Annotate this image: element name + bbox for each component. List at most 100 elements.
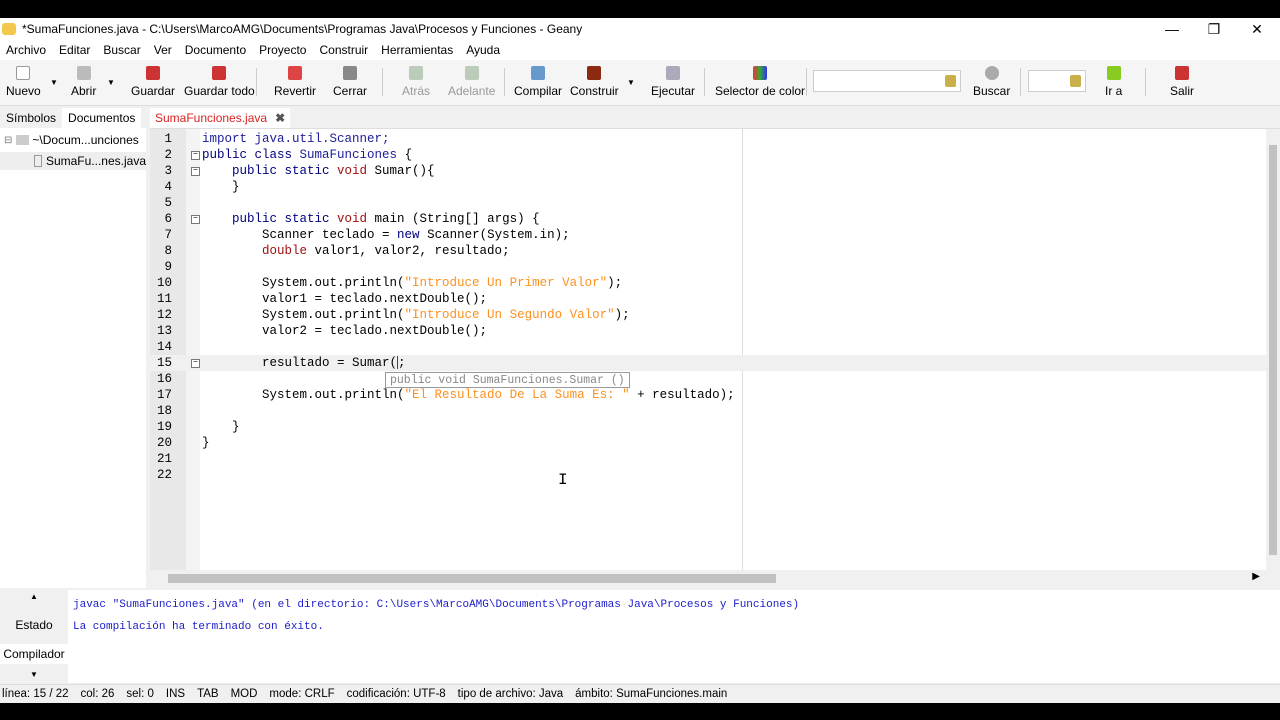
menu-documento[interactable]: Documento (185, 43, 246, 57)
code-line[interactable]: 5 (150, 195, 1280, 211)
search-button[interactable]: Buscar (973, 64, 1010, 98)
forward-button[interactable]: Adelante (448, 64, 495, 98)
editor-tab[interactable]: SumaFunciones.java ✖ (150, 108, 291, 128)
new-button[interactable]: Nuevo (6, 64, 41, 98)
scrollbar-thumb[interactable] (1269, 145, 1277, 555)
code-line[interactable]: 15 − resultado = Sumar(; (150, 355, 1280, 371)
fold-toggle-icon[interactable]: − (191, 151, 200, 160)
search-input[interactable] (813, 70, 961, 92)
scroll-down-icon[interactable]: ▼ (0, 670, 68, 679)
code-line[interactable]: 8 double valor1, valor2, resultado; (150, 243, 1280, 259)
code-line[interactable]: 16 (150, 371, 1280, 387)
tab-documentos[interactable]: Documentos (62, 108, 142, 128)
save-label: Guardar (131, 84, 176, 98)
tree-file[interactable]: SumaFu...nes.java (0, 152, 146, 170)
revert-button[interactable]: Revertir (274, 64, 316, 98)
menu-construir[interactable]: Construir (319, 43, 368, 57)
code-line[interactable]: 6 − public static void main (String[] arg… (150, 211, 1280, 227)
line-source: } (202, 435, 210, 451)
line-source: resultado = Sumar(; (202, 355, 406, 371)
new-dropdown-icon[interactable]: ▼ (50, 78, 58, 87)
build-button[interactable]: Construir (570, 64, 619, 98)
line-source: public static void Sumar(){ (202, 163, 435, 179)
search-icon (984, 66, 999, 80)
build-dropdown-icon[interactable]: ▼ (627, 78, 635, 87)
code-line[interactable]: 2 − public class SumaFunciones { (150, 147, 1280, 163)
line-number: 13 (156, 324, 172, 338)
close-tab-icon[interactable]: ✖ (275, 111, 285, 125)
vertical-scrollbar[interactable] (1266, 129, 1280, 570)
menu-editar[interactable]: Editar (59, 43, 90, 57)
tab-estado[interactable]: Estado (0, 616, 68, 634)
menu-ayuda[interactable]: Ayuda (466, 43, 500, 57)
toolbar-separator (1020, 68, 1021, 96)
window-title: *SumaFunciones.java - C:\Users\MarcoAMG\… (22, 22, 583, 36)
goto-button[interactable]: Ir a (1105, 64, 1122, 98)
code-editor[interactable]: 1 import java.util.Scanner; 2− public class… (150, 128, 1280, 570)
collapse-icon[interactable]: ⊟ (4, 135, 12, 146)
scrollbar-thumb[interactable] (168, 574, 776, 583)
code-line[interactable]: 13 valor2 = teclado.nextDouble(); (150, 323, 1280, 339)
scroll-right-icon[interactable]: ▶ (1252, 571, 1260, 582)
editor-tab-label: SumaFunciones.java (155, 111, 268, 125)
line-number: 10 (156, 276, 172, 290)
tree-folder[interactable]: ⊟ ~\Docum...unciones (4, 133, 139, 147)
tab-compilador[interactable]: Compilador (0, 644, 68, 664)
toolbar-separator (704, 68, 705, 96)
code-line[interactable]: 1 import java.util.Scanner; (150, 131, 1280, 147)
save-all-button[interactable]: Guardar todo (184, 64, 255, 98)
code-line[interactable]: 11 valor1 = teclado.nextDouble(); (150, 291, 1280, 307)
goto-line-input[interactable] (1028, 70, 1086, 92)
code-token: resultado = Sumar( (202, 356, 398, 370)
horizontal-scrollbar[interactable]: ▶ (150, 570, 1264, 586)
save-button[interactable]: Guardar (131, 64, 175, 98)
code-token: ; (398, 356, 406, 370)
minimize-button[interactable]: — (1152, 18, 1192, 40)
fold-toggle-icon[interactable]: − (191, 359, 200, 368)
restore-button[interactable]: ❐ (1194, 18, 1234, 40)
execute-button[interactable]: Ejecutar (651, 64, 695, 98)
code-line[interactable]: 12 System.out.println("Introduce Un Segu… (150, 307, 1280, 323)
quit-button[interactable]: Salir (1170, 64, 1194, 98)
code-line[interactable]: 3 − public static void Sumar(){ (150, 163, 1280, 179)
code-line[interactable]: 19 } (150, 419, 1280, 435)
menu-herramientas[interactable]: Herramientas (381, 43, 453, 57)
back-button[interactable]: Atrás (402, 64, 430, 98)
toolbar-separator (1145, 68, 1146, 96)
geany-app-icon (2, 23, 16, 35)
code-line[interactable]: 10 System.out.println("Introduce Un Prim… (150, 275, 1280, 291)
forward-label: Adelante (448, 84, 496, 98)
fold-toggle-icon[interactable]: − (191, 167, 200, 176)
line-source: System.out.println("El Resultado De La S… (202, 387, 735, 403)
open-dropdown-icon[interactable]: ▼ (107, 78, 115, 87)
code-token: Sumar(){ (367, 164, 435, 178)
menu-archivo[interactable]: Archivo (6, 43, 46, 57)
tab-simbolos[interactable]: Símbolos (0, 108, 62, 128)
color-picker-button[interactable]: Selector de color (715, 64, 805, 98)
code-line[interactable]: 18 (150, 403, 1280, 419)
close-button[interactable]: Cerrar (333, 64, 367, 98)
code-token: void (337, 212, 368, 226)
code-line[interactable]: 14 (150, 339, 1280, 355)
code-line[interactable]: 20} (150, 435, 1280, 451)
open-button[interactable]: Abrir (71, 64, 96, 98)
message-tabs: ▲ Estado Compilador ▼ (0, 590, 68, 683)
code-line[interactable]: 21 (150, 451, 1280, 467)
code-line[interactable]: 9 (150, 259, 1280, 275)
code-line[interactable]: 4 } (150, 179, 1280, 195)
folder-icon (76, 66, 91, 80)
compile-button[interactable]: Compilar (514, 64, 562, 98)
scroll-up-icon[interactable]: ▲ (0, 592, 68, 601)
search-entry-icon (945, 75, 956, 87)
code-token: ); (614, 308, 630, 322)
close-window-button[interactable]: ✕ (1237, 18, 1277, 40)
menu-buscar[interactable]: Buscar (103, 43, 140, 57)
menu-ver[interactable]: Ver (154, 43, 172, 57)
geany-window: *SumaFunciones.java - C:\Users\MarcoAMG\… (0, 18, 1280, 703)
code-line[interactable]: 22 (150, 467, 1280, 483)
code-line[interactable]: 17 System.out.println("El Resultado De L… (150, 387, 1280, 403)
menu-proyecto[interactable]: Proyecto (259, 43, 306, 57)
code-line[interactable]: 7 Scanner teclado = new Scanner(System.i… (150, 227, 1280, 243)
fold-toggle-icon[interactable]: − (191, 215, 200, 224)
